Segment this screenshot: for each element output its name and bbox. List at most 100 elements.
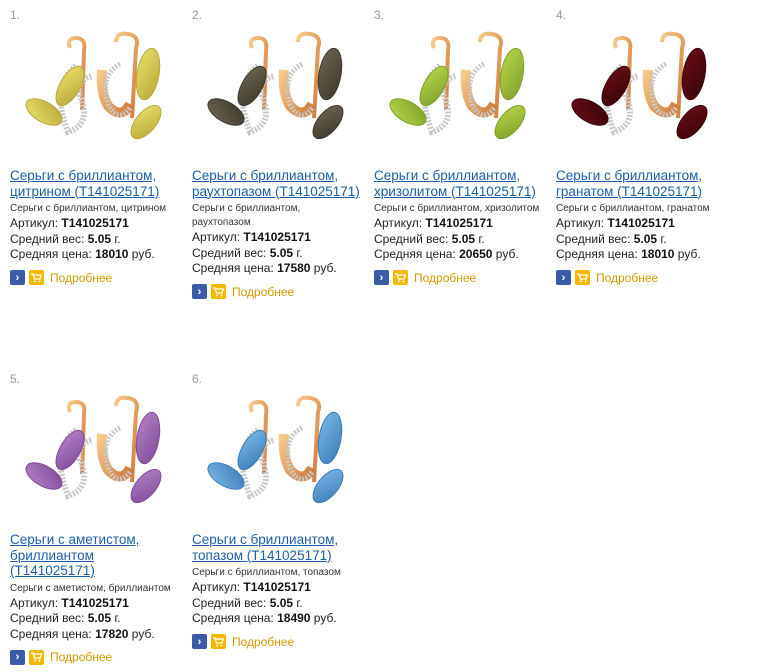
title-line: гранатом (Т141025171) — [556, 183, 702, 199]
description-line: Серьги с бриллиантом, цитрином — [10, 203, 167, 214]
product-image[interactable] — [202, 390, 356, 524]
cart-icon[interactable] — [575, 270, 590, 285]
price-label: Средняя цена: — [10, 247, 96, 261]
product-number: 6. — [192, 372, 203, 386]
article-value: Т141025171 — [607, 216, 675, 230]
product-title-link[interactable]: Серьги с бриллиантом, топазом (Т141025171… — [192, 532, 338, 563]
arrow-right-icon[interactable]: › — [192, 284, 207, 299]
title-line: Серьги с бриллиантом, — [10, 168, 157, 183]
article-row: Артикул: Т141025171 — [192, 580, 311, 596]
weight-unit: г. — [657, 231, 667, 246]
details-link[interactable]: Подробнее — [232, 285, 294, 299]
product-image[interactable] — [20, 390, 174, 524]
product-title-link[interactable]: Серьги с аметистом, бриллиантом (Т14102517… — [10, 532, 139, 579]
earrings-image — [25, 395, 162, 504]
title-line: Серьги с бриллиантом, — [556, 168, 703, 183]
earrings-image — [389, 31, 526, 140]
title-line: Серьги с бриллиантом, — [192, 168, 339, 183]
description-line: Серьги с бриллиантом, топазом — [192, 567, 341, 578]
price-value: 18010 — [641, 247, 675, 261]
cart-icon[interactable] — [211, 284, 226, 299]
details-link[interactable]: Подробнее — [232, 635, 294, 649]
product-number: 2. — [192, 8, 203, 22]
article-value: Т141025171 — [243, 580, 311, 594]
price-unit: руб. — [492, 247, 519, 261]
cart-icon[interactable] — [29, 649, 44, 665]
product-title-link[interactable]: Серьги с бриллиантом, раухтопазом (Т14102… — [192, 168, 360, 199]
description-line: Серьги с бриллиантом, — [192, 203, 301, 214]
title-line: бриллиантом — [10, 547, 94, 563]
product-number: 5. — [10, 372, 21, 386]
price-value: 18010 — [95, 247, 129, 261]
article-row: Артикул: Т141025171 — [10, 216, 129, 232]
details-link[interactable]: Подробнее — [414, 271, 476, 285]
title-line: (Т141025171) — [10, 563, 95, 578]
price-row: Средняя цена: 18010 руб. — [10, 247, 155, 263]
cart-icon[interactable] — [29, 270, 44, 285]
product-image[interactable] — [566, 26, 720, 160]
earrings-image — [25, 31, 162, 140]
product-title-link[interactable]: Серьги с бриллиантом, цитрином (Т14102517… — [10, 168, 159, 199]
product-number: 1. — [10, 8, 21, 22]
product-title-link[interactable]: Серьги с бриллиантом, гранатом (Т14102517… — [556, 168, 702, 199]
weight-value: 5.05 — [87, 231, 112, 246]
article-value: Т141025171 — [61, 595, 129, 610]
product-title-link[interactable]: Серьги с бриллиантом, хризолитом (Т141025… — [374, 168, 536, 199]
article-row: Артикул: Т141025171 — [10, 596, 129, 612]
price-label: Средняя цена: — [10, 626, 96, 641]
arrow-right-icon[interactable]: › — [556, 270, 571, 285]
details-link[interactable]: Подробнее — [50, 271, 112, 285]
article-label: Артикул: — [192, 580, 244, 594]
product-actions: › Подробнее — [374, 270, 476, 286]
price-unit: руб. — [310, 261, 337, 275]
article-label: Артикул: — [556, 216, 608, 230]
weight-label: Средний вес: — [192, 245, 270, 260]
article-row: Артикул: Т141025171 — [556, 216, 675, 232]
product-card: 1. Серьги с бриллиантом, цитрином (Т14102… — [10, 8, 186, 308]
weight-label: Средний вес: — [10, 231, 88, 246]
product-actions: › Подробнее — [192, 284, 294, 300]
product-description: Серьги с бриллиантом, раухтопазом — [192, 202, 300, 230]
cart-icon[interactable] — [211, 634, 226, 649]
weight-label: Средний вес: — [556, 231, 634, 246]
article-row: Артикул: Т141025171 — [374, 216, 493, 232]
details-link[interactable]: Подробнее — [596, 271, 658, 285]
title-line: Серьги с аметистом, — [10, 532, 140, 547]
product-actions: › Подробнее — [556, 270, 658, 286]
earrings-image — [571, 31, 708, 140]
product-description: Серьги с бриллиантом, хризолитом — [374, 202, 539, 216]
product-number: 4. — [556, 8, 567, 22]
description-line: Серьги с аметистом, бриллиантом — [10, 582, 171, 594]
product-card: 5. Серьги с аметистом, бриллиантом (Т14102… — [10, 372, 186, 672]
product-number: 3. — [374, 8, 385, 22]
product-image[interactable] — [20, 26, 174, 160]
weight-row: Средний вес: 5.05 г. — [192, 596, 303, 612]
product-image[interactable] — [384, 26, 538, 160]
weight-row: Средний вес: 5.05 г. — [374, 232, 485, 248]
price-unit: руб. — [128, 626, 155, 641]
weight-value: 5.05 — [451, 231, 476, 246]
article-value: Т141025171 — [61, 216, 129, 230]
price-label: Средняя цена: — [192, 261, 278, 275]
product-description: Серьги с бриллиантом, цитрином — [10, 202, 166, 216]
details-link[interactable]: Подробнее — [50, 650, 112, 664]
weight-label: Средний вес: — [192, 595, 270, 610]
arrow-right-icon[interactable]: › — [374, 270, 389, 285]
price-value: 20650 — [459, 247, 493, 261]
price-label: Средняя цена: — [374, 247, 460, 261]
weight-row: Средний вес: 5.05 г. — [10, 611, 121, 627]
cart-icon[interactable] — [393, 270, 408, 285]
weight-row: Средний вес: 5.05 г. — [556, 232, 667, 248]
product-actions: › Подробнее — [192, 634, 294, 650]
article-value: Т141025171 — [243, 230, 311, 244]
weight-value: 5.05 — [269, 595, 294, 610]
product-image[interactable] — [202, 26, 356, 160]
product-card: 6. Серьги с бриллиантом, топазом (Т141025… — [192, 372, 368, 672]
weight-unit: г. — [293, 595, 303, 610]
weight-unit: г. — [111, 231, 121, 246]
arrow-right-icon[interactable]: › — [192, 634, 207, 649]
arrow-right-icon[interactable]: › — [10, 649, 25, 665]
title-line: хризолитом (Т141025171) — [374, 183, 536, 199]
arrow-right-icon[interactable]: › — [10, 270, 25, 285]
weight-label: Средний вес: — [374, 231, 452, 246]
